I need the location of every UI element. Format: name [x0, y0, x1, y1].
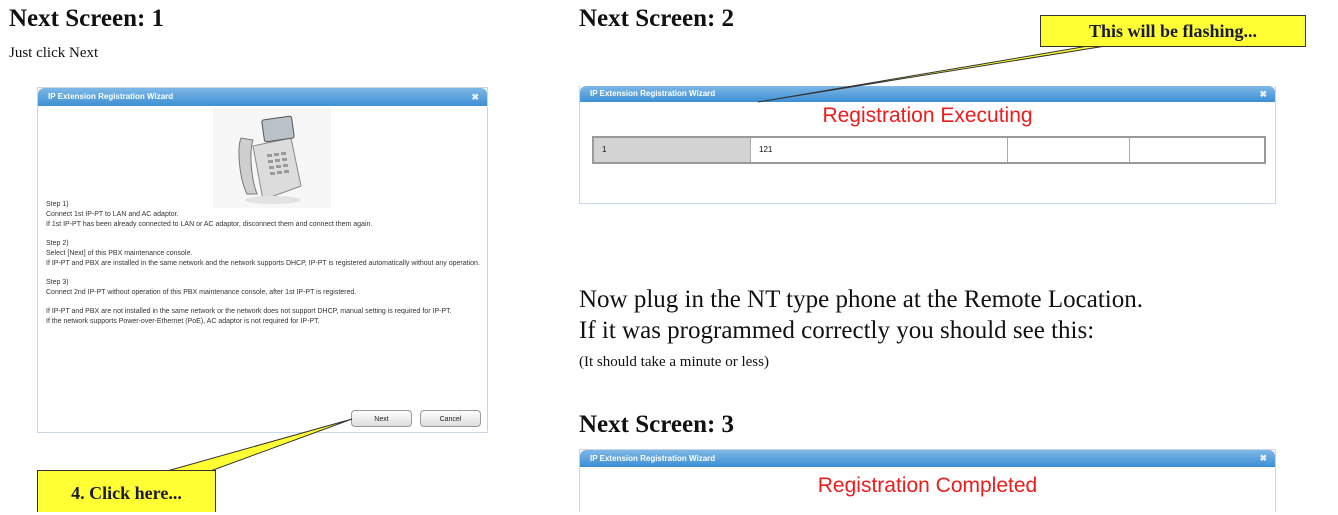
- flashing-callout: This will be flashing...: [1040, 15, 1306, 47]
- click-here-callout: 4. Click here...: [37, 470, 216, 512]
- callout-pointers: [159, 43, 1119, 474]
- flashing-callout-pointer: [757, 43, 1119, 103]
- click-here-callout-pointer: [159, 418, 353, 474]
